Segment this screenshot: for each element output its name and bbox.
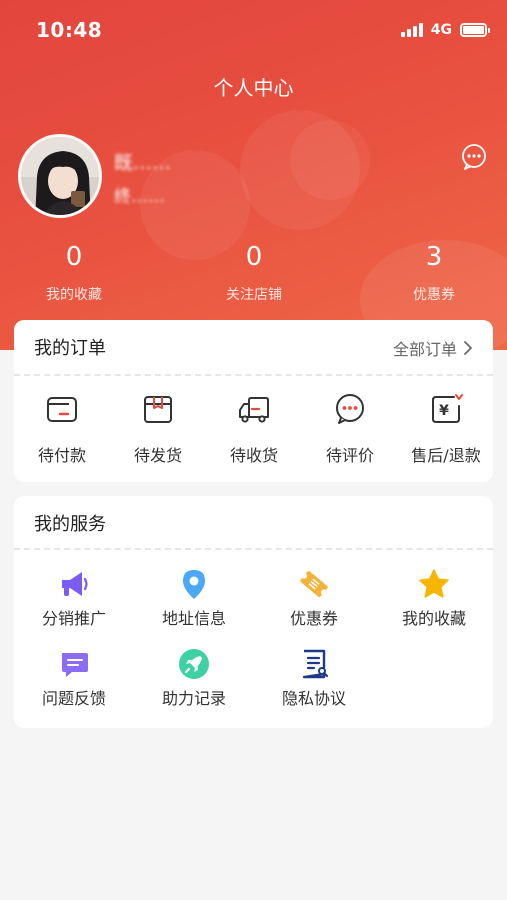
- order-pending-receipt[interactable]: 待收货: [206, 392, 302, 466]
- status-bar: 10:48 4G: [0, 0, 507, 62]
- stat-value: 3: [425, 242, 443, 272]
- svg-text:¥: ¥: [439, 403, 449, 419]
- stat-label: 优惠券: [413, 287, 455, 303]
- user-name: 既……: [114, 152, 172, 174]
- star-icon: [419, 569, 449, 598]
- page-title: 个人中心: [213, 76, 294, 100]
- order-label: 待付款: [37, 446, 86, 465]
- divider: [14, 548, 493, 550]
- signal-icon: [400, 23, 423, 37]
- service-assist-records[interactable]: 助力记录: [134, 648, 254, 709]
- order-pending-payment[interactable]: 待付款: [14, 392, 110, 466]
- message-icon[interactable]: [460, 143, 488, 171]
- rocket-icon: [179, 649, 209, 679]
- avatar[interactable]: [18, 134, 102, 218]
- service-label: 问题反馈: [41, 689, 106, 708]
- battery-icon: [460, 23, 490, 37]
- location-pin-icon: [183, 570, 205, 599]
- order-pending-shipment[interactable]: 待发货: [110, 392, 206, 466]
- service-label: 地址信息: [161, 609, 226, 628]
- divider: [14, 374, 493, 376]
- order-label: 待发货: [133, 446, 182, 465]
- service-address[interactable]: 地址信息: [134, 568, 254, 629]
- stat-value: 0: [65, 242, 83, 272]
- services-title: 我的服务: [34, 514, 106, 535]
- stat-label: 关注店铺: [226, 287, 282, 303]
- stat-coupons[interactable]: 3 优惠券: [364, 240, 504, 304]
- service-favorites[interactable]: 我的收藏: [374, 568, 494, 629]
- service-feedback[interactable]: 问题反馈: [14, 648, 134, 709]
- document-icon: [302, 649, 329, 679]
- wallet-icon: [47, 397, 77, 422]
- service-label: 隐私协议: [281, 689, 346, 708]
- stat-value: 0: [245, 242, 263, 272]
- status-indicators: 4G: [400, 22, 490, 38]
- order-label: 售后/退款: [411, 446, 481, 465]
- comment-icon: [336, 394, 364, 424]
- service-label: 我的收藏: [401, 609, 466, 628]
- orders-title: 我的订单: [34, 338, 106, 359]
- service-privacy[interactable]: 隐私协议: [254, 648, 374, 709]
- stats-row: 0 我的收藏 0 关注店铺 3 优惠券: [0, 240, 507, 310]
- truck-icon: [239, 397, 269, 423]
- service-label: 优惠券: [289, 609, 338, 628]
- network-type: 4G: [430, 22, 452, 38]
- package-icon: [144, 396, 172, 423]
- refund-icon: ¥: [432, 394, 463, 423]
- stat-label: 我的收藏: [46, 287, 102, 303]
- order-pending-review[interactable]: 待评价: [302, 392, 398, 466]
- services-card: 我的服务 分销推广 地址信息 优惠券 我的收藏 问题反馈 助力记录 隐私协议: [14, 496, 493, 728]
- all-orders-label: 全部订单: [392, 340, 457, 359]
- feedback-icon: [62, 653, 88, 677]
- order-after-sales[interactable]: ¥ 售后/退款: [398, 392, 494, 466]
- service-coupons[interactable]: 优惠券: [254, 568, 374, 629]
- service-distribution[interactable]: 分销推广: [14, 568, 134, 629]
- order-label: 待评价: [325, 446, 374, 465]
- stat-followed-shops[interactable]: 0 关注店铺: [184, 240, 324, 304]
- decor-bubble: [290, 120, 370, 200]
- all-orders-link[interactable]: 全部订单: [393, 336, 473, 360]
- stat-favorites[interactable]: 0 我的收藏: [4, 240, 144, 304]
- orders-card: 我的订单 全部订单 待付款 待发货 待收货 待评价 ¥ 售后/退款: [14, 320, 493, 482]
- coupon-icon: [300, 571, 328, 597]
- user-subtitle: 终……: [114, 187, 165, 207]
- status-time: 10:48: [36, 18, 103, 42]
- service-label: 助力记录: [161, 689, 226, 708]
- service-label: 分销推广: [41, 609, 106, 628]
- megaphone-icon: [62, 572, 88, 596]
- chevron-right-icon: [464, 341, 472, 355]
- order-label: 待收货: [229, 446, 278, 465]
